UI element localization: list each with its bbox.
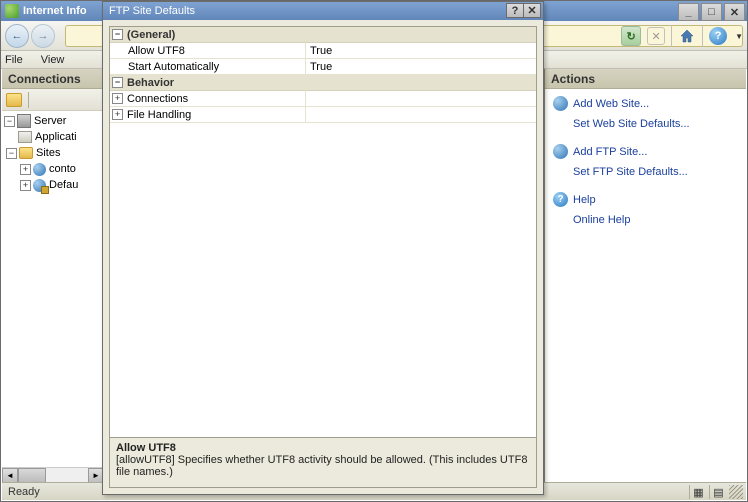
action-set-ftp-defaults[interactable]: Set FTP Site Defaults... bbox=[553, 163, 738, 181]
connections-pane: Connections − Server Applicati − bbox=[2, 69, 105, 483]
expand-icon[interactable]: + bbox=[112, 93, 123, 104]
expand-icon[interactable]: + bbox=[20, 164, 31, 175]
toolbar-separator bbox=[671, 25, 672, 47]
category-general[interactable]: −(General) bbox=[110, 27, 536, 43]
tree-server-node[interactable]: − Server bbox=[4, 113, 102, 129]
help-icon: ? bbox=[553, 192, 568, 207]
tree-label: conto bbox=[49, 163, 76, 175]
tree-site-contoso[interactable]: + conto bbox=[4, 161, 102, 177]
prop-label: Start Automatically bbox=[128, 61, 219, 73]
expand-icon[interactable]: − bbox=[6, 148, 17, 159]
expand-icon[interactable]: − bbox=[4, 116, 15, 127]
connect-icon[interactable] bbox=[6, 93, 22, 107]
collapse-icon[interactable]: − bbox=[112, 29, 123, 40]
tree-sites-node[interactable]: − Sites bbox=[4, 145, 102, 161]
action-label: Help bbox=[573, 194, 596, 206]
sites-folder-icon bbox=[19, 147, 33, 159]
prop-connections[interactable]: + Connections bbox=[110, 91, 536, 107]
property-help-panel: Allow UTF8 [allowUTF8] Specifies whether… bbox=[110, 437, 536, 487]
ftp-site-defaults-dialog: FTP Site Defaults ? ✕ −(General) Allow U… bbox=[102, 1, 544, 495]
actions-header: Actions bbox=[545, 69, 746, 89]
scroll-track[interactable] bbox=[18, 468, 88, 483]
tree-label: Applicati bbox=[35, 131, 77, 143]
connections-tree[interactable]: − Server Applicati − Sites + conto bbox=[2, 111, 104, 467]
maximize-button[interactable]: □ bbox=[701, 3, 722, 21]
tree-label: Defau bbox=[49, 179, 78, 191]
menu-file[interactable]: File bbox=[5, 54, 23, 66]
prop-value[interactable]: True bbox=[310, 45, 332, 57]
stop-button[interactable]: ✕ bbox=[647, 27, 665, 45]
scroll-thumb[interactable] bbox=[18, 468, 46, 483]
dialog-close-button[interactable]: ✕ bbox=[523, 3, 541, 18]
connections-hscrollbar[interactable]: ◄ ► bbox=[2, 467, 104, 483]
site-locked-icon bbox=[33, 179, 46, 192]
back-button[interactable]: ← bbox=[5, 24, 29, 48]
content-view-icon[interactable]: ▤ bbox=[709, 485, 727, 499]
action-label: Add FTP Site... bbox=[573, 146, 647, 158]
action-add-web-site[interactable]: Add Web Site... bbox=[553, 95, 738, 113]
action-label: Add Web Site... bbox=[573, 98, 649, 110]
tree-label: Server bbox=[34, 115, 66, 127]
action-label: Online Help bbox=[573, 214, 630, 226]
server-icon bbox=[17, 114, 31, 128]
prop-allow-utf8[interactable]: Allow UTF8 True bbox=[110, 43, 536, 59]
collapse-icon[interactable]: − bbox=[112, 77, 123, 88]
action-set-web-defaults[interactable]: Set Web Site Defaults... bbox=[553, 115, 738, 133]
toolbar-divider bbox=[28, 92, 29, 108]
menu-view[interactable]: View bbox=[41, 54, 65, 66]
help-dropdown-icon[interactable]: ▼ bbox=[735, 32, 743, 41]
globe-icon bbox=[553, 96, 568, 111]
home-button[interactable] bbox=[678, 27, 696, 45]
prop-value[interactable]: True bbox=[310, 61, 332, 73]
apppools-icon bbox=[18, 131, 32, 143]
main-window-title: Internet Info bbox=[23, 5, 87, 17]
connections-toolbar bbox=[2, 89, 104, 111]
features-view-icon[interactable]: ▦ bbox=[689, 485, 707, 499]
category-label: Behavior bbox=[127, 77, 174, 89]
action-online-help[interactable]: Online Help bbox=[553, 211, 738, 229]
expand-icon[interactable]: + bbox=[112, 109, 123, 120]
prop-label: Connections bbox=[127, 93, 188, 105]
connections-header: Connections bbox=[2, 69, 104, 89]
actions-pane: Actions Add Web Site... Set Web Site Def… bbox=[544, 69, 746, 483]
toolbar-separator bbox=[702, 25, 703, 47]
minimize-button[interactable]: _ bbox=[678, 3, 699, 21]
action-label: Set FTP Site Defaults... bbox=[573, 166, 688, 178]
help-button[interactable]: ? bbox=[709, 27, 727, 45]
dialog-title: FTP Site Defaults bbox=[109, 5, 195, 17]
dialog-titlebar[interactable]: FTP Site Defaults ? ✕ bbox=[103, 2, 543, 20]
iis-icon bbox=[5, 4, 19, 18]
scroll-left-button[interactable]: ◄ bbox=[2, 468, 18, 483]
help-title: Allow UTF8 bbox=[116, 442, 530, 454]
tree-label: Sites bbox=[36, 147, 60, 159]
prop-file-handling[interactable]: + File Handling bbox=[110, 107, 536, 123]
help-description: [allowUTF8] Specifies whether UTF8 activ… bbox=[116, 454, 530, 478]
category-behavior[interactable]: −Behavior bbox=[110, 75, 536, 91]
refresh-button[interactable]: ↻ bbox=[621, 26, 641, 46]
action-help[interactable]: ? Help bbox=[553, 191, 738, 209]
action-label: Set Web Site Defaults... bbox=[573, 118, 690, 130]
dialog-help-button[interactable]: ? bbox=[506, 3, 524, 18]
globe-icon bbox=[553, 144, 568, 159]
close-button[interactable]: ✕ bbox=[724, 3, 745, 21]
prop-start-automatically[interactable]: Start Automatically True bbox=[110, 59, 536, 75]
tree-site-default[interactable]: + Defau bbox=[4, 177, 102, 193]
action-add-ftp-site[interactable]: Add FTP Site... bbox=[553, 143, 738, 161]
expand-icon[interactable]: + bbox=[20, 180, 31, 191]
site-icon bbox=[33, 163, 46, 176]
category-label: (General) bbox=[127, 29, 175, 41]
tree-apppools-node[interactable]: Applicati bbox=[4, 129, 102, 145]
property-grid[interactable]: −(General) Allow UTF8 True Start Automat… bbox=[109, 26, 537, 488]
prop-label: Allow UTF8 bbox=[128, 45, 185, 57]
prop-label: File Handling bbox=[127, 109, 191, 121]
forward-button[interactable]: → bbox=[31, 24, 55, 48]
resize-grip-icon[interactable] bbox=[729, 485, 743, 499]
status-text: Ready bbox=[8, 486, 40, 498]
